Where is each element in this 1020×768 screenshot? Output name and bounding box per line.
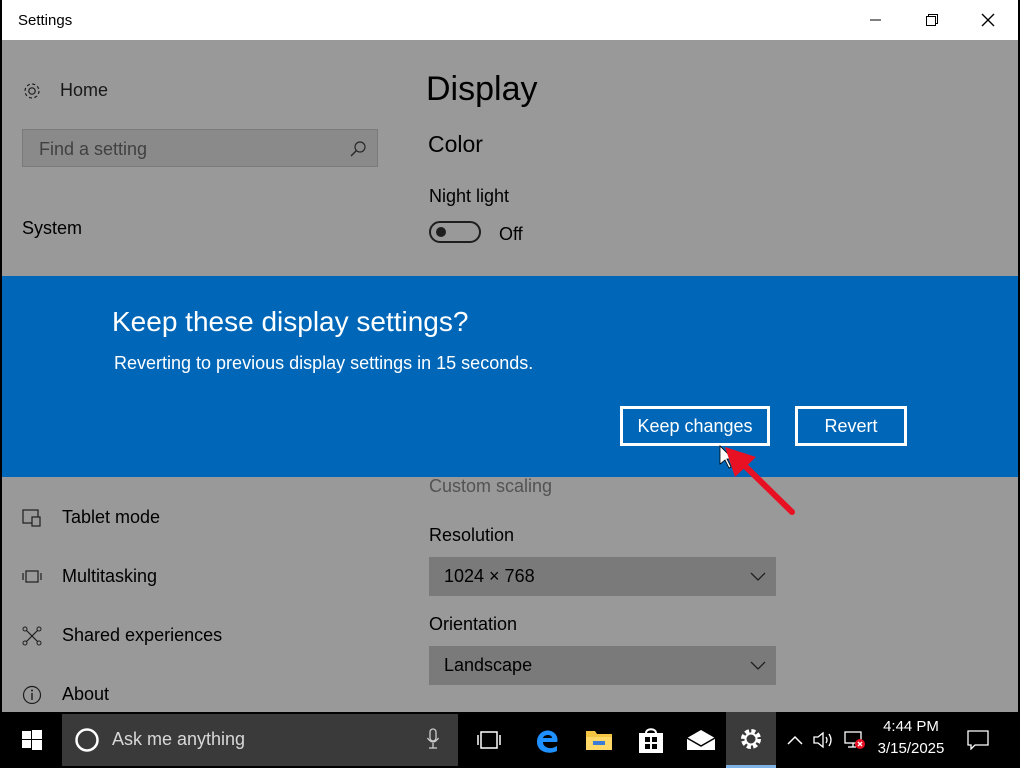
- cortana-icon: [75, 728, 99, 752]
- file-explorer-button[interactable]: [574, 712, 624, 768]
- edge-button[interactable]: [522, 712, 572, 768]
- cortana-search-box[interactable]: Ask me anything: [62, 714, 458, 766]
- microphone-icon[interactable]: [426, 728, 440, 752]
- clock-date: 3/15/2025: [877, 740, 945, 757]
- window-title: Settings: [18, 12, 73, 29]
- restore-icon: [926, 14, 938, 26]
- close-button[interactable]: [960, 0, 1016, 40]
- settings-taskbar-button[interactable]: [726, 712, 776, 768]
- mail-button[interactable]: [676, 712, 726, 768]
- minimize-icon: [870, 19, 881, 21]
- network-disconnected-icon: [844, 731, 865, 749]
- task-view-button[interactable]: [466, 712, 512, 768]
- gear-icon: [741, 728, 761, 749]
- minimize-button[interactable]: [848, 0, 904, 40]
- taskbar-clock[interactable]: 4:44 PM 3/15/2025: [866, 716, 956, 760]
- action-center-button[interactable]: [958, 712, 998, 768]
- store-button[interactable]: [626, 712, 676, 768]
- edge-icon: [537, 730, 558, 753]
- task-view-icon: [477, 731, 501, 749]
- close-icon: [981, 13, 995, 27]
- start-button[interactable]: [8, 712, 56, 768]
- file-explorer-icon: [586, 731, 612, 750]
- volume-button[interactable]: [810, 712, 838, 768]
- network-button[interactable]: [840, 712, 868, 768]
- dialog-message: Reverting to previous display settings i…: [114, 353, 534, 373]
- show-hidden-icons-button[interactable]: [782, 712, 808, 768]
- revert-button[interactable]: Revert: [795, 406, 907, 446]
- keep-settings-dialog: Keep these display settings? Reverting t…: [2, 276, 1018, 477]
- taskbar: Ask me anything 4:44 PM 3/15/2025: [0, 712, 1020, 768]
- volume-icon: [813, 731, 832, 749]
- title-bar: Settings: [2, 0, 1018, 40]
- mail-icon: [686, 730, 716, 750]
- clock-time: 4:44 PM: [883, 718, 939, 735]
- taskbar-search-placeholder: Ask me anything: [112, 729, 246, 749]
- dialog-title: Keep these display settings?: [112, 306, 469, 337]
- keep-changes-button[interactable]: Keep changes: [620, 406, 770, 446]
- action-center-icon: [967, 730, 989, 750]
- windows-logo-icon: [22, 730, 42, 750]
- restore-button[interactable]: [904, 0, 960, 40]
- chevron-up-icon: [787, 735, 803, 745]
- store-icon: [639, 728, 663, 753]
